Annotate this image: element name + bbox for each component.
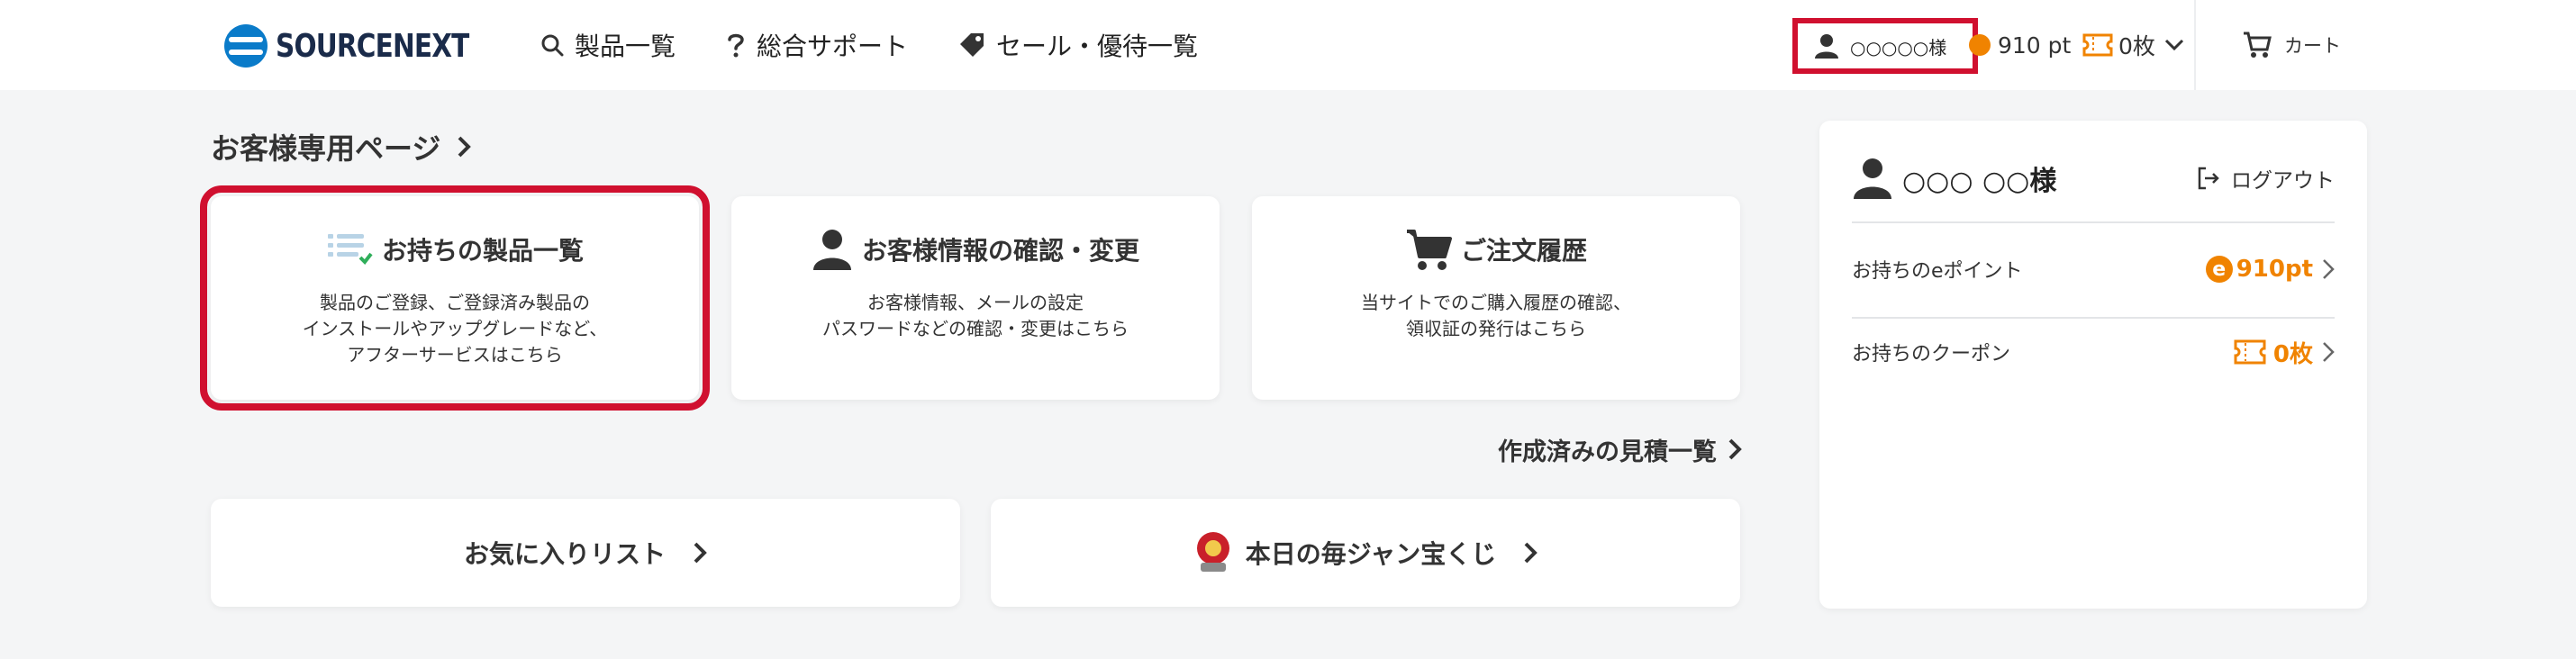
desc-line: アフターサービスはこちら (347, 344, 563, 366)
page-title[interactable]: お客様専用ページ (211, 124, 472, 169)
coupon-icon (2082, 33, 2113, 57)
brand-name: SOURCENEXT (276, 27, 469, 65)
estimate-list-link[interactable]: 作成済みの見積一覧 (1498, 429, 1742, 470)
desc-line: 製品のご登録、ご登録済み製品の (320, 292, 590, 313)
product-list-icon (327, 234, 373, 266)
person-icon (812, 230, 851, 270)
header-divider (2194, 0, 2196, 90)
chevron-right-icon (1728, 438, 1742, 460)
account-menu[interactable]: ○○○○○様 (1792, 18, 1978, 74)
chevron-right-icon (1524, 542, 1538, 564)
card-owned-products-label: お持ちの製品一覧 (381, 236, 584, 266)
desc-line: パスワードなどの確認・変更はこちら (822, 318, 1129, 339)
nav-sale-label: セール・優待一覧 (996, 32, 1199, 61)
page-title-text: お客様専用ページ (211, 131, 441, 166)
card-owned-products-desc: 製品のご登録、ご登録済み製品の インストールやアップグレードなど、 アフターサー… (211, 290, 699, 368)
chevron-right-icon (458, 136, 472, 158)
wishlist-label: お気に入りリスト (463, 539, 666, 569)
tag-icon (960, 33, 984, 57)
cart-icon (2244, 32, 2272, 58)
side-user-name: ○○○ ○○様 (1902, 166, 2057, 197)
lottery-label: 本日の毎ジャン宝くじ (1245, 539, 1497, 569)
card-owned-products-title: お持ちの製品一覧 (211, 227, 699, 272)
desc-line: お客様情報、メールの設定 (867, 292, 1084, 313)
logout-icon (2198, 167, 2219, 190)
header-coupons-value: 0枚 (2118, 33, 2155, 59)
coupon-label: お持ちのクーポン (1852, 343, 2011, 366)
cart-icon (1406, 230, 1452, 270)
coupon-value-wrap: 0枚 (2234, 336, 2335, 369)
logout-label: ログアウト (2231, 169, 2335, 193)
chevron-down-icon (2164, 39, 2183, 51)
user-icon (1854, 158, 1891, 199)
desc-line: インストールやアップグレードなど、 (302, 318, 608, 339)
card-order-history-title: ご注文履歴 (1252, 227, 1740, 272)
divider (1852, 221, 2335, 223)
search-icon (541, 34, 564, 57)
desc-line: 当サイトでのご購入履歴の確認、 (1361, 292, 1631, 313)
epoint-row[interactable]: お持ちのeポイント e 910pt (1852, 247, 2335, 292)
epoint-icon: e (2205, 256, 2233, 283)
coupon-row[interactable]: お持ちのクーポン 0枚 (1852, 330, 2335, 375)
header-points-value: 910 pt (1998, 32, 2072, 59)
epoint-icon (1969, 34, 1991, 56)
question-icon (728, 33, 744, 58)
divider (1852, 317, 2335, 319)
nav-support-label: 総合サポート (757, 32, 909, 61)
nav-sale[interactable]: セール・優待一覧 (958, 27, 1198, 63)
cart-button[interactable]: カート (2243, 27, 2341, 63)
header-points[interactable]: 910 pt (1969, 27, 2071, 63)
epoint-value-wrap: e 910pt (2205, 256, 2335, 283)
nav-support[interactable]: 総合サポート (726, 27, 908, 63)
wishlist-button[interactable]: お気に入りリスト (211, 499, 960, 607)
account-side-panel: ○○○ ○○様 ログアウト お持ちのeポイント e 910pt お持ちのクーポン… (1819, 121, 2367, 609)
nav-products[interactable]: 製品一覧 (540, 27, 676, 63)
header-coupons[interactable]: 0枚 (2082, 27, 2190, 63)
lottery-wheel-icon (1196, 532, 1229, 572)
card-order-history-label: ご注文履歴 (1460, 236, 1587, 266)
cart-label: カート (2284, 35, 2341, 57)
nav-products-label: 製品一覧 (575, 32, 676, 61)
side-user: ○○○ ○○様 (1852, 155, 2056, 202)
sourcenext-logo[interactable]: SOURCENEXT (223, 23, 512, 68)
lottery-button[interactable]: 本日の毎ジャン宝くじ (991, 499, 1740, 607)
coupon-icon (2234, 339, 2266, 365)
chevron-right-icon (2323, 342, 2335, 362)
card-owned-products[interactable]: お持ちの製品一覧 製品のご登録、ご登録済み製品の インストールやアップグレードな… (200, 185, 710, 411)
desc-line: 領収証の発行はこちら (1406, 318, 1586, 339)
estimate-list-label: 作成済みの見積一覧 (1498, 438, 1717, 466)
coupon-value: 0枚 (2272, 340, 2313, 368)
account-name: ○○○○○様 (1850, 36, 1947, 59)
card-order-history-desc: 当サイトでのご購入履歴の確認、 領収証の発行はこちら (1252, 290, 1740, 342)
logo-mark-icon (224, 24, 268, 68)
card-customer-info-desc: お客様情報、メールの設定 パスワードなどの確認・変更はこちら (731, 290, 1220, 342)
card-order-history[interactable]: ご注文履歴 当サイトでのご購入履歴の確認、 領収証の発行はこちら (1252, 196, 1740, 400)
card-customer-info-title: お客様情報の確認・変更 (731, 227, 1220, 272)
chevron-right-icon (2323, 259, 2335, 279)
user-icon (1815, 34, 1838, 59)
logout-button[interactable]: ログアウト (2197, 160, 2335, 196)
epoint-value: 910pt (2236, 256, 2313, 283)
epoint-label: お持ちのeポイント (1852, 260, 2023, 283)
card-customer-info-label: お客様情報の確認・変更 (861, 236, 1139, 266)
card-customer-info[interactable]: お客様情報の確認・変更 お客様情報、メールの設定 パスワードなどの確認・変更はこ… (731, 196, 1220, 400)
site-header: SOURCENEXT 製品一覧 総合サポート セール・優待一覧 ○○○○○様 9… (0, 0, 2576, 90)
chevron-right-icon (694, 542, 707, 564)
